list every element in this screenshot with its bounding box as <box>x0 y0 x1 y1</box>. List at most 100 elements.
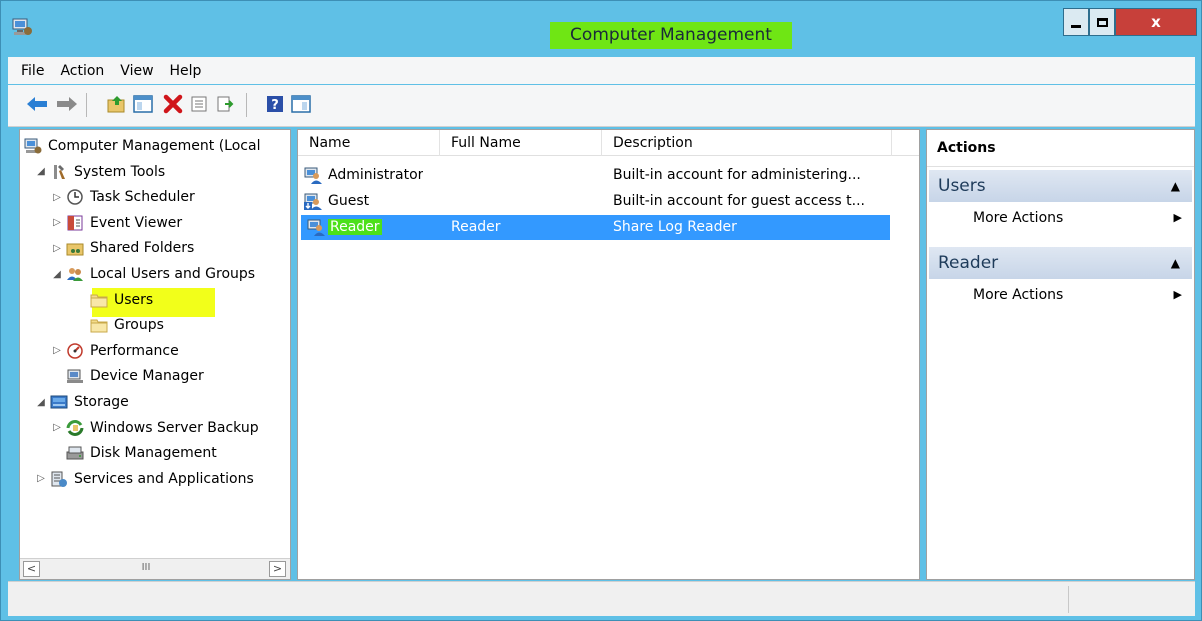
event-viewer-icon <box>66 214 84 232</box>
backup-icon <box>66 419 84 437</box>
tree-item-services-and-applications[interactable]: ▷ Services and Applications <box>34 467 254 491</box>
tree-item-local-users-and-groups[interactable]: ◢ Local Users and Groups <box>50 262 255 286</box>
device-manager-icon <box>66 367 84 385</box>
expanded-triangle-icon[interactable]: ◢ <box>50 269 64 280</box>
collapsed-triangle-icon[interactable]: ▷ <box>50 217 64 228</box>
tree-item-users[interactable]: Users <box>74 288 153 312</box>
user-name-cell: Reader <box>328 215 382 240</box>
scroll-thumb[interactable]: III <box>116 562 176 577</box>
user-icon <box>304 192 324 211</box>
more-actions-label: More Actions <box>973 287 1064 303</box>
tree-item-windows-server-backup[interactable]: ▷ Windows Server Backup <box>50 416 259 440</box>
full-name-cell: Reader <box>451 219 501 235</box>
description-cell: Built-in account for administering... <box>613 167 861 183</box>
expanded-triangle-icon[interactable]: ◢ <box>34 397 48 408</box>
scroll-right-button[interactable]: > <box>269 561 286 577</box>
tree-item-label: Task Scheduler <box>90 189 195 206</box>
horizontal-scrollbar[interactable]: < III > <box>20 558 290 579</box>
column-header-description[interactable]: Description <box>602 130 892 156</box>
user-row-administrator[interactable]: Administrator Built-in account for admini… <box>298 163 919 188</box>
description-cell: Built-in account for guest access t... <box>613 193 866 209</box>
tree-item-system-tools[interactable]: ◢ System Tools <box>34 160 165 184</box>
computer-management-app-icon[interactable] <box>11 17 33 37</box>
folder-icon <box>90 316 108 334</box>
collapse-up-icon[interactable]: ▲ <box>1171 247 1180 279</box>
minimize-icon <box>1071 24 1081 28</box>
maximize-icon <box>1096 17 1108 27</box>
column-header-full-name[interactable]: Full Name <box>440 130 602 156</box>
tree-item-computer-management-local[interactable]: Computer Management (Local <box>22 134 260 158</box>
tree-item-label: Windows Server Backup <box>90 419 259 436</box>
more-actions-reader[interactable]: More Actions ▶ <box>973 282 1192 308</box>
actions-section-users-label: Users <box>938 176 986 196</box>
status-bar-divider <box>1068 586 1069 613</box>
tree-item-label: Performance <box>90 342 179 359</box>
actions-section-reader-label: Reader <box>938 253 999 273</box>
show-hide-tree-icon[interactable] <box>132 93 154 115</box>
close-button[interactable]: x <box>1115 8 1197 36</box>
user-row-guest[interactable]: Guest Built-in account for guest access t… <box>298 189 919 214</box>
toolbar: ? <box>8 85 1195 127</box>
tree-item-groups[interactable]: Groups <box>74 313 164 337</box>
tree-item-label: Storage <box>74 394 129 410</box>
collapsed-triangle-icon[interactable]: ▷ <box>50 422 64 433</box>
toolbar-separator <box>86 93 87 117</box>
menu-file[interactable]: File <box>13 63 52 79</box>
collapsed-triangle-icon[interactable]: ▷ <box>50 243 64 254</box>
users-group-icon <box>66 265 84 283</box>
collapsed-triangle-icon[interactable]: ▷ <box>50 192 64 203</box>
up-folder-icon[interactable] <box>106 93 128 115</box>
navigation-tree-pane[interactable]: Computer Management (Local ◢ System Tools ▷… <box>19 129 291 580</box>
menu-bar: File Action View Help <box>8 57 1195 84</box>
list-header: Name Full Name Description <box>298 130 919 156</box>
show-action-pane-icon[interactable] <box>290 93 312 115</box>
actions-section-users[interactable]: Users ▲ <box>929 170 1192 202</box>
submenu-arrow-icon: ▶ <box>1173 211 1182 224</box>
menu-action[interactable]: Action <box>52 63 112 79</box>
tree-item-label: Shared Folders <box>90 240 195 257</box>
close-icon: x <box>1151 13 1161 31</box>
tree-item-task-scheduler[interactable]: ▷ Task Scheduler <box>50 185 195 209</box>
user-name-text: Guest <box>328 193 370 209</box>
help-icon[interactable]: ? <box>264 93 286 115</box>
more-actions-users[interactable]: More Actions ▶ <box>973 205 1192 231</box>
tree-item-performance[interactable]: ▷ Performance <box>50 339 179 363</box>
export-list-icon[interactable] <box>214 93 236 115</box>
tree-item-label: Disk Management <box>90 445 217 462</box>
collapsed-triangle-icon[interactable]: ▷ <box>50 345 64 356</box>
maximize-button[interactable] <box>1089 8 1115 36</box>
collapsed-triangle-icon[interactable]: ▷ <box>34 473 48 484</box>
user-name-text: Reader <box>328 219 382 235</box>
forward-arrow-icon[interactable] <box>56 93 78 115</box>
tree-item-label: Groups <box>114 317 164 334</box>
expanded-triangle-icon[interactable]: ◢ <box>34 166 48 177</box>
tree-item-label: Computer Management (Local <box>48 138 261 154</box>
disk-icon <box>66 444 84 462</box>
tree-item-label: Event Viewer <box>90 214 183 231</box>
delete-icon[interactable] <box>162 93 184 115</box>
title-bar[interactable]: Computer Management x <box>1 1 1201 56</box>
clock-icon <box>66 188 84 206</box>
properties-icon[interactable] <box>188 93 210 115</box>
tree-item-label: Services and Applications <box>74 470 254 487</box>
collapse-up-icon[interactable]: ▲ <box>1171 170 1180 202</box>
tree-item-shared-folders[interactable]: ▷ Shared Folders <box>50 236 194 260</box>
back-arrow-icon[interactable] <box>26 93 48 115</box>
tree-item-storage[interactable]: ◢ Storage <box>34 390 129 414</box>
minimize-button[interactable] <box>1063 8 1089 36</box>
actions-section-reader[interactable]: Reader ▲ <box>929 247 1192 279</box>
storage-icon <box>50 393 68 411</box>
shared-folder-icon <box>66 239 84 257</box>
tree-item-disk-management[interactable]: Disk Management <box>50 441 217 465</box>
menu-view[interactable]: View <box>112 63 161 79</box>
users-list-pane[interactable]: Name Full Name Description Administrator… <box>297 129 920 580</box>
tree-item-event-viewer[interactable]: ▷ Event Viewer <box>50 211 182 235</box>
column-header-name[interactable]: Name <box>298 130 440 156</box>
user-row-reader[interactable]: Reader Reader Share Log Reader <box>301 215 890 240</box>
user-icon <box>304 166 324 185</box>
scroll-left-button[interactable]: < <box>23 561 40 577</box>
tree-item-label: Local Users and Groups <box>90 266 256 282</box>
tree-item-device-manager[interactable]: Device Manager <box>50 364 204 388</box>
user-icon <box>307 218 327 237</box>
menu-help[interactable]: Help <box>162 63 210 79</box>
